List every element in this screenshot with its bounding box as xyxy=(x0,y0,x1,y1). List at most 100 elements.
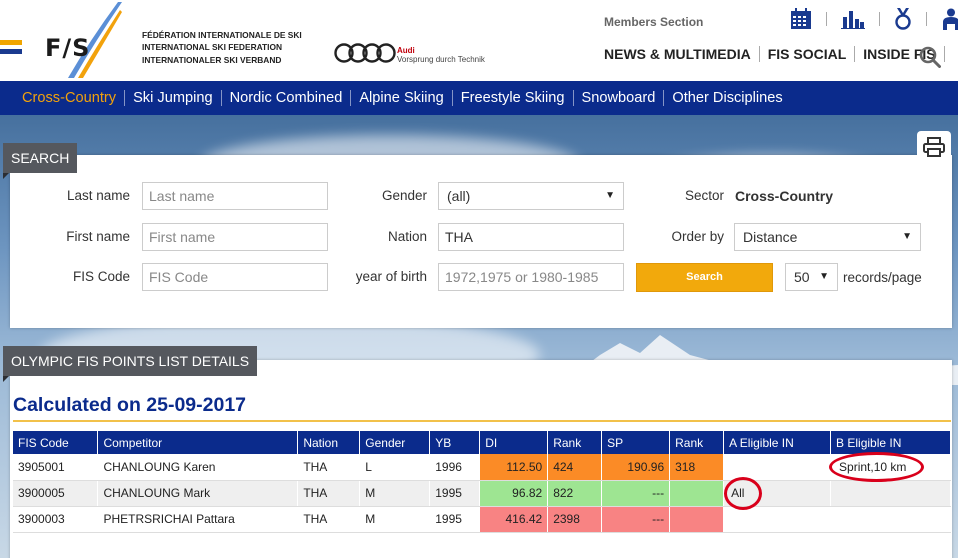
b-eligible-cell: Sprint,10 km xyxy=(830,454,951,481)
fis-code-label: FIS Code xyxy=(72,269,130,284)
print-button[interactable] xyxy=(917,131,951,163)
federation-line-de: INTERNATIONALER SKI VERBAND xyxy=(142,54,282,65)
dropdown-arrow-icon: ▼ xyxy=(819,271,829,282)
column-header-fis-code[interactable]: FIS Code xyxy=(13,431,99,454)
site-header: F/S FÉDÉRATION INTERNATIONALE DE SKI INT… xyxy=(0,0,958,81)
nav-freestyle-skiing[interactable]: Freestyle Skiing xyxy=(453,90,573,106)
nav-other-disciplines[interactable]: Other Disciplines xyxy=(664,90,790,106)
members-section-link[interactable]: Members Section xyxy=(604,15,703,29)
fis-code-input[interactable] xyxy=(142,263,328,291)
table-header-row: FIS Code Competitor Nation Gender YB DI … xyxy=(13,431,951,454)
print-icon xyxy=(923,137,945,157)
main-links: NEWS & MULTIMEDIA FIS SOCIAL INSIDE FIS xyxy=(604,46,945,62)
federation-line-fr: FÉDÉRATION INTERNATIONALE DE SKI xyxy=(142,30,302,40)
federation-names: FÉDÉRATION INTERNATIONALE DE SKI INTERNA… xyxy=(142,29,302,66)
gender-select[interactable]: (all) ▼ xyxy=(438,182,624,210)
audi-tagline: Vorsprung durch Technik xyxy=(397,55,485,64)
gender-cell: M xyxy=(359,480,431,507)
logo-stripe-blue xyxy=(0,49,22,54)
a-eligible-cell xyxy=(723,506,832,533)
b-eligible-cell xyxy=(830,480,951,507)
table-row[interactable]: 3900003 PHETRSRICHAI Pattara THA M 1995 … xyxy=(13,506,951,533)
di-cell: 416.42 xyxy=(479,506,549,533)
order-by-select-value: Distance xyxy=(743,229,798,245)
athlete-icon[interactable] xyxy=(941,8,958,30)
nation-cell: THA xyxy=(297,454,361,481)
federation-line-en: INTERNATIONAL SKI FEDERATION xyxy=(142,42,283,53)
table-row[interactable]: 3900005 CHANLOUNG Mark THA M 1995 96.82 … xyxy=(13,480,951,507)
nav-nordic-combined[interactable]: Nordic Combined xyxy=(222,90,351,106)
results-panel-title: OLYMPIC FIS POINTS LIST DETAILS xyxy=(3,346,258,382)
column-header-di[interactable]: DI xyxy=(479,431,549,454)
fis-logo[interactable]: F/S xyxy=(45,34,90,62)
nav-snowboard[interactable]: Snowboard xyxy=(574,90,664,106)
nav-alpine-skiing[interactable]: Alpine Skiing xyxy=(351,90,451,106)
column-header-di-rank[interactable]: Rank xyxy=(547,431,603,454)
fis-social-link[interactable]: FIS SOCIAL xyxy=(760,46,855,62)
di-cell: 96.82 xyxy=(479,480,549,507)
sector-label: Sector xyxy=(684,188,724,203)
year-of-birth-label: year of birth xyxy=(355,269,427,284)
fis-code-cell: 3900005 xyxy=(13,480,99,507)
di-rank-cell: 2398 xyxy=(547,506,603,533)
records-per-page-select[interactable]: 50 ▼ xyxy=(785,263,838,291)
discipline-nav: Cross-Country Ski Jumping Nordic Combine… xyxy=(0,81,958,115)
column-header-sp-rank[interactable]: Rank xyxy=(669,431,725,454)
order-by-select[interactable]: Distance ▼ xyxy=(734,223,921,251)
column-header-nation[interactable]: Nation xyxy=(297,431,361,454)
yb-cell: 1995 xyxy=(429,480,481,507)
search-panel-title: SEARCH xyxy=(3,143,78,179)
icon-separator xyxy=(879,12,880,26)
audi-rings-icon xyxy=(334,43,396,63)
sp-rank-cell xyxy=(669,506,725,533)
fis-points-table: FIS Code Competitor Nation Gender YB DI … xyxy=(13,431,951,533)
bar-chart-icon[interactable] xyxy=(841,9,865,29)
link-separator xyxy=(943,46,945,62)
competitor-cell[interactable]: CHANLOUNG Mark xyxy=(97,480,299,507)
top-icon-bar xyxy=(790,6,958,32)
column-header-gender[interactable]: Gender xyxy=(359,431,431,454)
heading-divider xyxy=(13,420,951,422)
icon-separator xyxy=(926,12,927,26)
di-cell: 112.50 xyxy=(479,454,549,481)
medal-icon[interactable] xyxy=(894,8,912,30)
table-row[interactable]: 3905001 CHANLOUNG Karen THA L 1996 112.5… xyxy=(13,454,951,481)
dropdown-arrow-icon: ▼ xyxy=(605,190,615,201)
competitor-cell[interactable]: CHANLOUNG Karen xyxy=(97,454,299,481)
fis-code-cell: 3900003 xyxy=(13,506,99,533)
column-header-competitor[interactable]: Competitor xyxy=(97,431,299,454)
column-header-b-eligible[interactable]: B Eligible IN xyxy=(830,431,951,454)
b-eligible-cell xyxy=(830,506,951,533)
column-header-a-eligible[interactable]: A Eligible IN xyxy=(723,431,832,454)
sector-value: Cross-Country xyxy=(735,188,834,204)
sp-cell: 190.96 xyxy=(601,454,671,481)
records-per-page-value: 50 xyxy=(794,269,810,285)
last-name-input[interactable] xyxy=(142,182,328,210)
first-name-input[interactable] xyxy=(142,223,328,251)
audi-sponsor[interactable]: Audi Vorsprung durch Technik xyxy=(397,46,485,64)
icon-separator xyxy=(826,12,827,26)
calculated-date-heading: Calculated on 25-09-2017 xyxy=(13,394,247,416)
nav-cross-country[interactable]: Cross-Country xyxy=(14,90,124,106)
column-header-sp[interactable]: SP xyxy=(601,431,671,454)
search-button[interactable]: Search xyxy=(636,263,773,292)
a-eligible-cell: All xyxy=(723,480,832,507)
nation-label: Nation xyxy=(387,229,427,244)
order-by-label: Order by xyxy=(671,229,724,244)
records-per-page-label: records/page xyxy=(843,270,922,285)
gender-cell: L xyxy=(359,454,431,481)
calendar-icon[interactable] xyxy=(790,8,812,30)
di-rank-cell: 822 xyxy=(547,480,603,507)
year-of-birth-input[interactable] xyxy=(438,263,624,291)
column-header-yb[interactable]: YB xyxy=(429,431,481,454)
sp-rank-cell xyxy=(669,480,725,507)
dropdown-arrow-icon: ▼ xyxy=(902,231,912,242)
nation-input[interactable] xyxy=(438,223,624,251)
nav-ski-jumping[interactable]: Ski Jumping xyxy=(125,90,221,106)
fis-code-cell: 3905001 xyxy=(13,454,99,481)
search-icon[interactable] xyxy=(919,46,941,68)
gender-cell: M xyxy=(359,506,431,533)
competitor-cell[interactable]: PHETRSRICHAI Pattara xyxy=(97,506,299,533)
yb-cell: 1996 xyxy=(429,454,481,481)
news-multimedia-link[interactable]: NEWS & MULTIMEDIA xyxy=(604,46,759,62)
